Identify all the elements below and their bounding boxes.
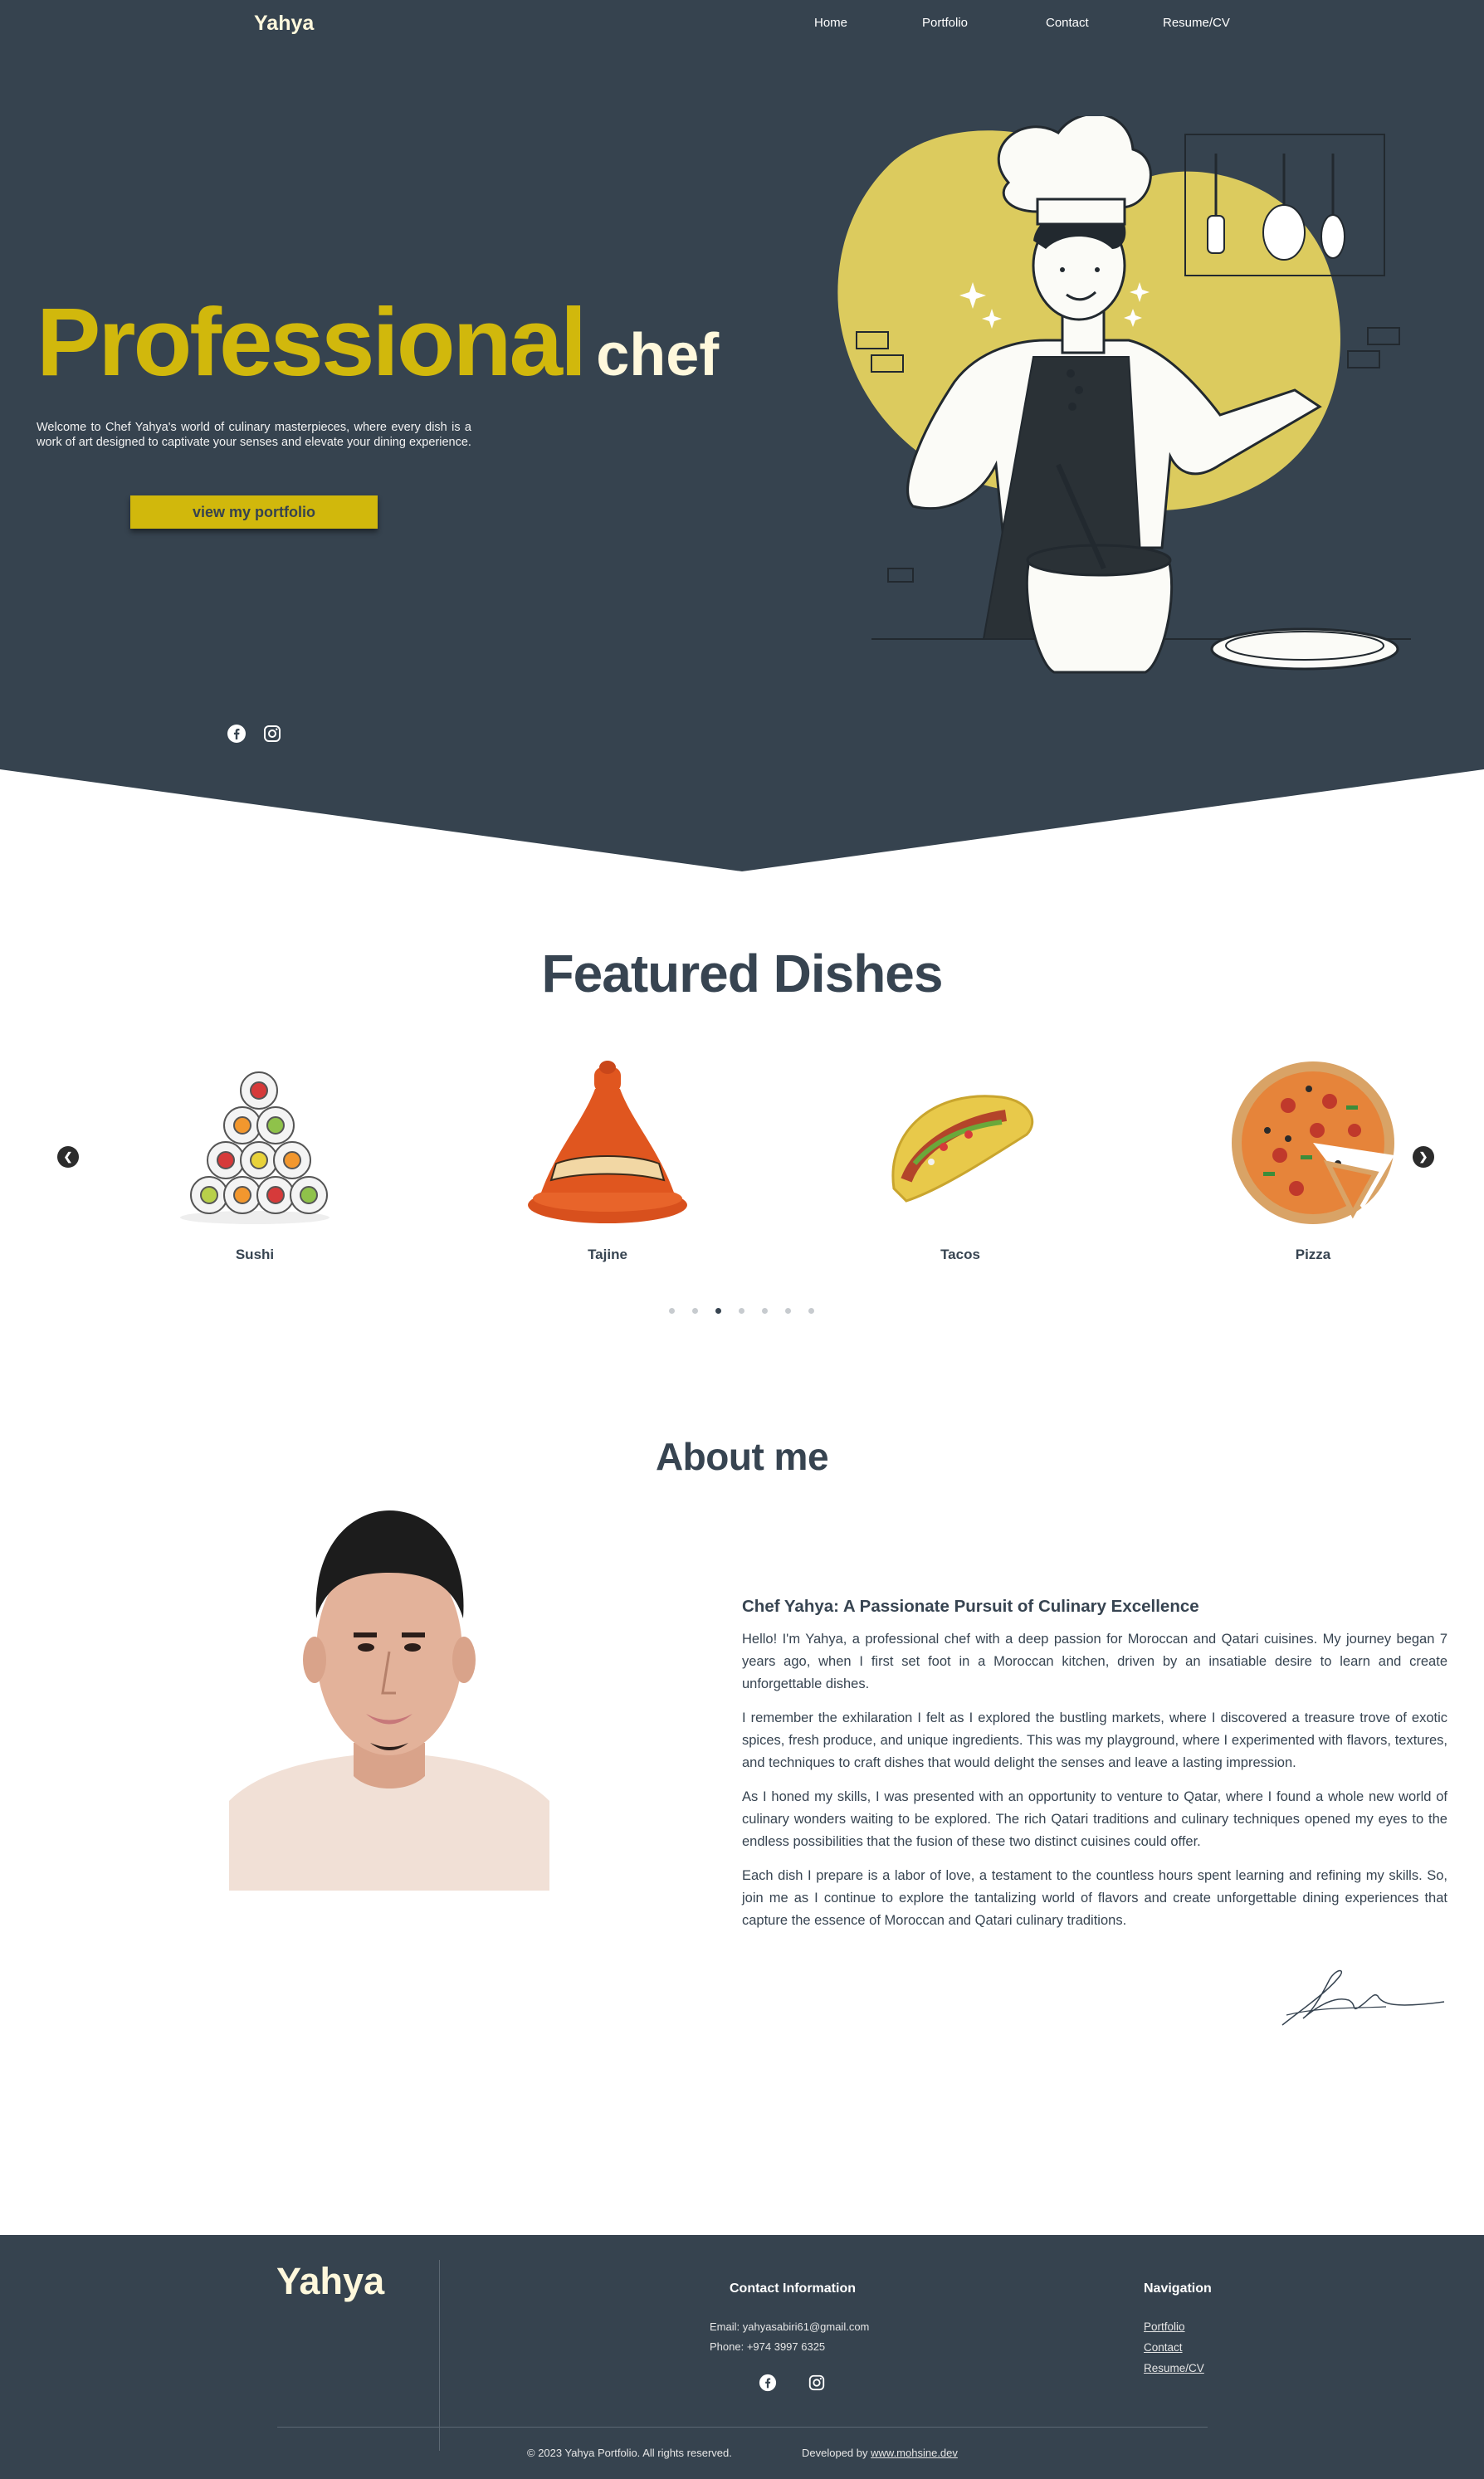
chevron-right-icon: ❯: [1418, 1150, 1428, 1163]
main-nav: Home Portfolio Contact Resume/CV: [0, 16, 1484, 34]
carousel-dot[interactable]: [762, 1308, 768, 1314]
dish-name: Tajine: [588, 1247, 627, 1262]
footer-copyright: © 2023 Yahya Portfolio. All rights reser…: [527, 2447, 732, 2459]
nav-link-contact[interactable]: Contact: [1046, 16, 1089, 30]
footer-divider-horizontal: [277, 2427, 1208, 2428]
featured-dishes-title: Featured Dishes: [541, 944, 944, 1003]
facebook-icon[interactable]: [227, 724, 247, 744]
instagram-icon[interactable]: [808, 2374, 826, 2392]
carousel-dot[interactable]: [808, 1308, 814, 1314]
pizza-image: [1232, 1061, 1394, 1224]
dish-card[interactable]: Sushi: [155, 1056, 354, 1271]
signature: [1281, 1969, 1445, 2026]
dish-name: Pizza: [1295, 1247, 1331, 1262]
view-portfolio-button[interactable]: view my portfolio: [130, 495, 378, 529]
carousel-dot[interactable]: [669, 1308, 675, 1314]
dish-card[interactable]: Tacos: [861, 1056, 1060, 1271]
nav-link-resume[interactable]: Resume/CV: [1163, 16, 1230, 30]
footer-nav-portfolio[interactable]: Portfolio: [1144, 2320, 1185, 2333]
chef-illustration: [837, 116, 1411, 674]
hero-description: Welcome to Chef Yahya's world of culinar…: [37, 421, 471, 449]
tajine-image: [528, 1061, 687, 1223]
chevron-left-icon: ❮: [63, 1150, 73, 1163]
instagram-icon[interactable]: [262, 724, 282, 744]
carousel-dot[interactable]: [692, 1308, 698, 1314]
footer: Yahya Contact Information Email: yahyasa…: [0, 2235, 1484, 2479]
nav-link-portfolio[interactable]: Portfolio: [922, 16, 968, 30]
dish-card[interactable]: Tajine: [508, 1056, 707, 1271]
about-paragraph: I remember the exhilaration I felt as I …: [742, 1710, 1447, 1770]
footer-logo[interactable]: Yahya: [276, 2260, 384, 2303]
hero-section: Yahya Home Portfolio Contact Resume/CV P…: [0, 0, 1484, 871]
chef-portrait: [229, 1494, 549, 1891]
hero-title-sub: chef: [596, 322, 720, 388]
dish-name: Sushi: [235, 1247, 275, 1262]
about-text: Chef Yahya: A Passionate Pursuit of Culi…: [742, 1597, 1447, 1944]
carousel-dot[interactable]: [785, 1308, 791, 1314]
about-paragraph: Hello! I'm Yahya, a professional chef wi…: [742, 1632, 1447, 1691]
developer-link[interactable]: www.mohsine.dev: [871, 2447, 958, 2459]
carousel-dots: [0, 1308, 1484, 1316]
carousel-dot[interactable]: [739, 1308, 744, 1314]
footer-phone: Phone: +974 3997 6325: [710, 2340, 826, 2353]
dish-card[interactable]: Pizza: [1213, 1056, 1413, 1271]
nav-link-home[interactable]: Home: [814, 16, 847, 30]
footer-nav-title: Navigation: [1144, 2281, 1212, 2296]
hero-title-main: Professional: [37, 288, 587, 396]
tacos-image: [891, 1095, 1034, 1203]
hero-title: Professional chef: [37, 286, 719, 398]
footer-developed-by: Developed by: [802, 2447, 871, 2459]
carousel-dot-active[interactable]: [715, 1308, 721, 1314]
carousel-next-button[interactable]: ❯: [1413, 1146, 1434, 1168]
sushi-image: [180, 1071, 330, 1224]
footer-divider-vertical: [439, 2260, 440, 2451]
about-heading: Chef Yahya: A Passionate Pursuit of Culi…: [742, 1597, 1199, 1616]
about-paragraph: As I honed my skills, I was presented wi…: [742, 1789, 1447, 1849]
footer-nav-contact[interactable]: Contact: [1144, 2341, 1183, 2354]
carousel-prev-button[interactable]: ❮: [57, 1146, 79, 1168]
footer-nav-resume[interactable]: Resume/CV: [1144, 2362, 1204, 2374]
about-paragraph: Each dish I prepare is a labor of love, …: [742, 1868, 1447, 1928]
facebook-icon[interactable]: [759, 2374, 777, 2392]
dish-name: Tacos: [940, 1247, 980, 1262]
footer-contact-title: Contact Information: [730, 2281, 856, 2296]
footer-developer-credit: Developed by www.mohsine.dev: [802, 2447, 958, 2459]
about-title: About me: [655, 1435, 829, 1478]
footer-email: Email: yahyasabiri61@gmail.com: [710, 2320, 870, 2333]
